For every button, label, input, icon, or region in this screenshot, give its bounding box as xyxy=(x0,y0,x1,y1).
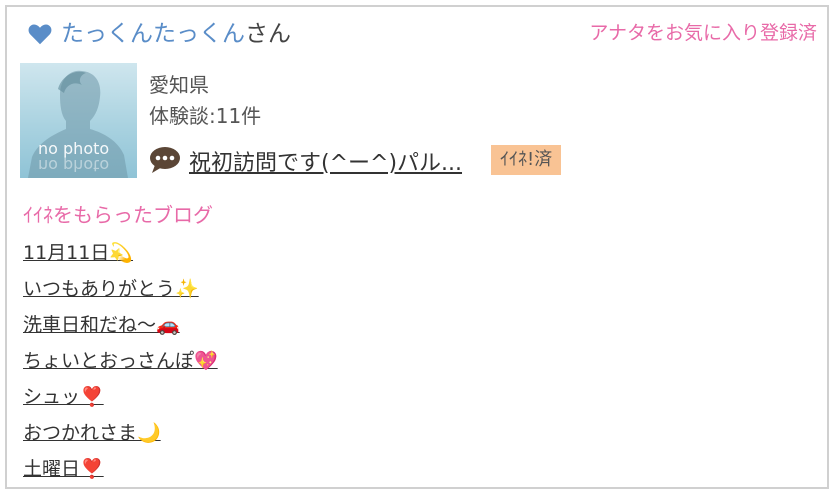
blog-link[interactable]: シュッ❣️ xyxy=(23,386,104,408)
list-item: ちょいとおっさんぽ💖 xyxy=(23,343,218,379)
blog-link[interactable]: いつもありがとう✨ xyxy=(23,278,199,300)
prefecture: 愛知県 xyxy=(149,73,209,97)
list-item: シュッ❣️ xyxy=(23,379,218,415)
avatar[interactable]: no photo no photo xyxy=(20,63,137,178)
review-count: 体験談:11件 xyxy=(149,104,262,128)
heart-icon xyxy=(28,24,52,45)
liked-blogs-list: 11月11日💫 いつもありがとう✨ 洗車日和だね〜🚗 ちょいとおっさんぽ💖 シュ… xyxy=(23,235,218,487)
list-item: いつもありがとう✨ xyxy=(23,271,218,307)
blog-link[interactable]: 洗車日和だね〜🚗 xyxy=(23,314,180,336)
blog-link[interactable]: おつかれさま🌙 xyxy=(23,422,161,444)
list-item: 11月11日💫 xyxy=(23,235,218,271)
username-suffix: さん xyxy=(245,21,291,47)
iine-badge: ｲｲﾈ!済 xyxy=(491,145,562,175)
profile-card: たっくんたっくんさん アナタをお気に入り登録済 no photo no phot… xyxy=(5,5,829,489)
speech-bubble-icon xyxy=(150,147,180,173)
username[interactable]: たっくんたっくんさん xyxy=(61,19,291,49)
blog-link[interactable]: 土曜日❣️ xyxy=(23,458,104,480)
list-item: おつかれさま🌙 xyxy=(23,415,218,451)
liked-blogs-title: ｲｲﾈをもらったブログ xyxy=(23,203,213,227)
no-photo-reflection: no photo xyxy=(38,156,110,175)
list-item: 洗車日和だね〜🚗 xyxy=(23,307,218,343)
blog-link[interactable]: 11月11日💫 xyxy=(23,242,133,264)
list-item: 土曜日❣️ xyxy=(23,451,218,487)
favorite-status[interactable]: アナタをお気に入り登録済 xyxy=(589,19,817,47)
username-link[interactable]: たっくんたっくん xyxy=(61,21,245,47)
latest-post-link[interactable]: 祝初訪問です(^ー^)パル... xyxy=(189,145,462,177)
blog-link[interactable]: ちょいとおっさんぽ💖 xyxy=(23,350,218,372)
